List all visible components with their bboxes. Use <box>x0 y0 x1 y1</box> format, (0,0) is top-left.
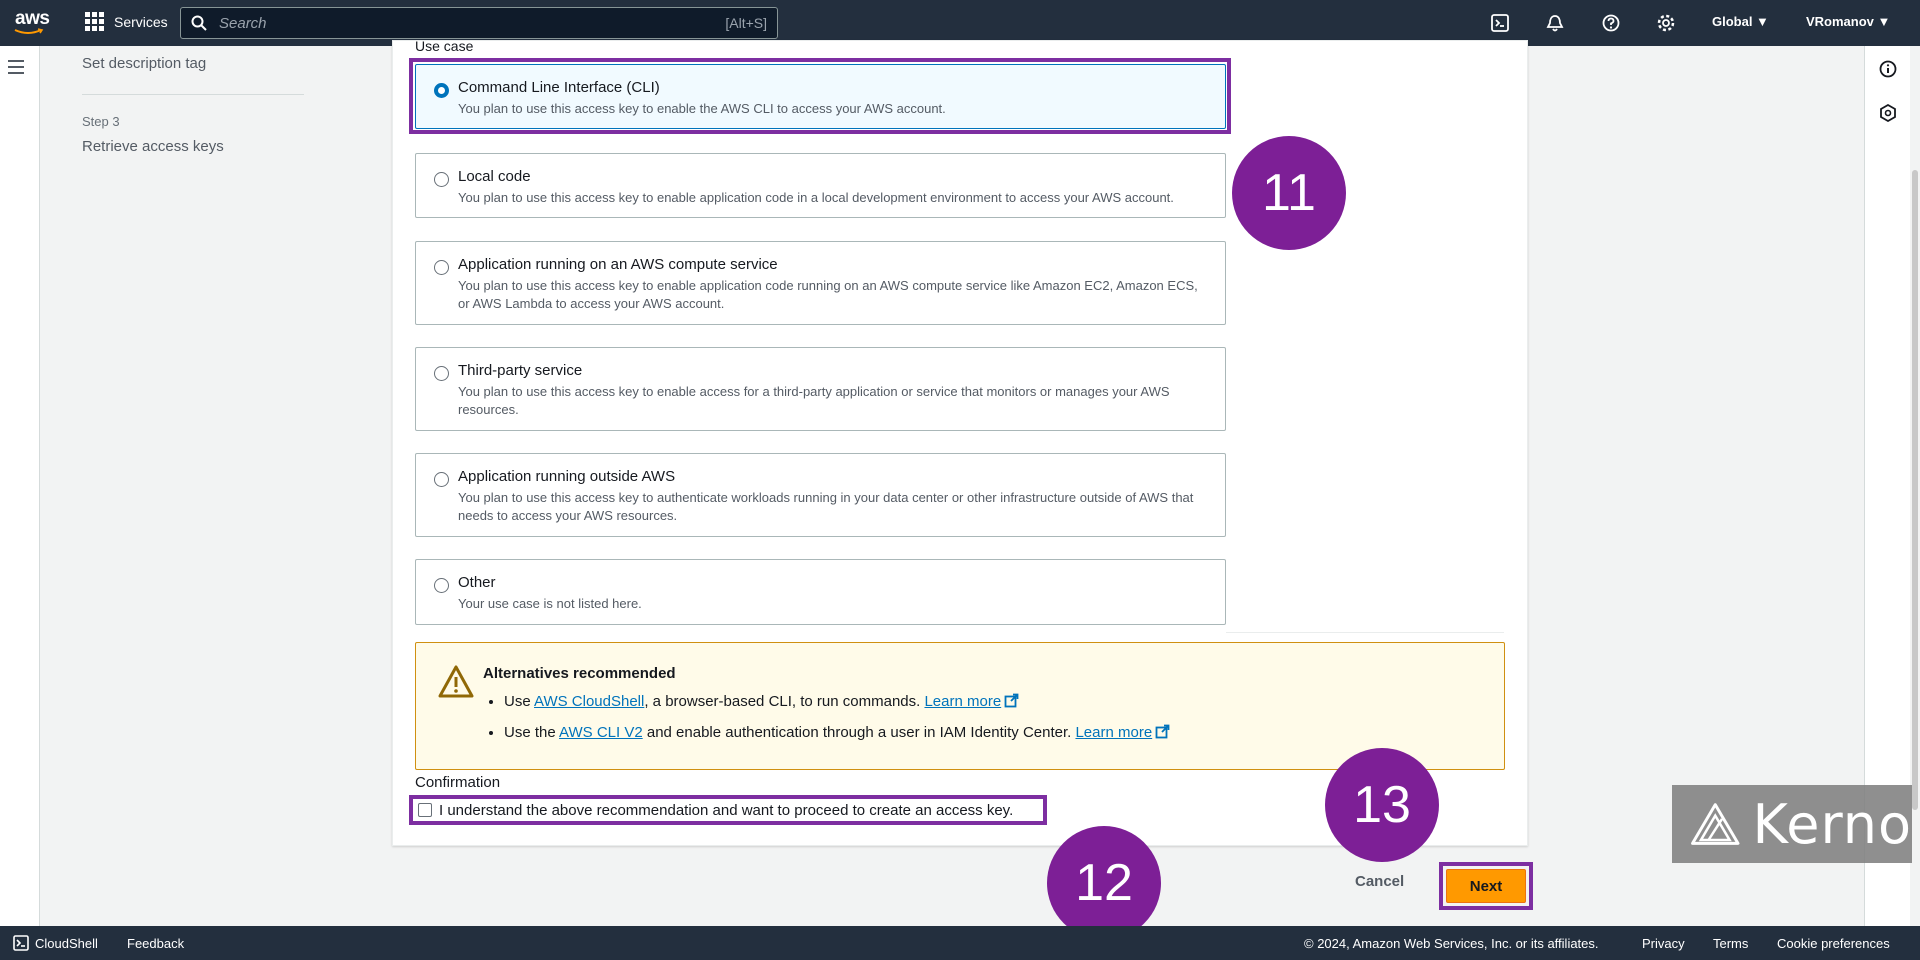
search-icon <box>191 15 207 31</box>
aws-logo[interactable]: aws <box>12 8 52 38</box>
cloudshell-footer-icon[interactable] <box>13 935 29 954</box>
radio-local-code[interactable] <box>434 172 449 187</box>
cloudshell-icon[interactable] <box>1489 12 1511 34</box>
footer: CloudShell Feedback © 2024, Amazon Web S… <box>0 926 1920 960</box>
annotation-highlight-cli <box>409 58 1231 134</box>
text: Use the <box>504 724 560 741</box>
cloudshell-footer-link[interactable]: CloudShell <box>35 936 98 951</box>
use-case-label: Use case <box>415 38 474 52</box>
annotation-marker-11: 11 <box>1232 136 1346 250</box>
info-icon[interactable] <box>1879 60 1897 83</box>
apps-grid-icon <box>85 12 104 31</box>
option-desc: You plan to use this access key to enabl… <box>458 278 1198 311</box>
cloudshell-link[interactable]: AWS CloudShell <box>534 693 644 710</box>
bell-icon[interactable] <box>1544 12 1566 34</box>
option-title: Application running on an AWS compute se… <box>458 256 778 273</box>
option-desc: You plan to use this access key to enabl… <box>458 384 1170 417</box>
text: , a browser-based CLI, to run commands. <box>644 693 925 710</box>
step-3-title: Retrieve access keys <box>82 138 224 155</box>
smile-arrow-icon <box>14 28 44 34</box>
cli-v2-link[interactable]: AWS CLI V2 <box>559 724 643 741</box>
external-link-icon[interactable] <box>1004 693 1019 712</box>
alert-item: Use AWS CloudShell, a browser-based CLI,… <box>504 693 1170 712</box>
confirmation-checkbox[interactable] <box>418 803 432 817</box>
option-desc: Your use case is not listed here. <box>458 596 642 611</box>
learn-more-link[interactable]: Learn more <box>924 693 1001 710</box>
option-title: Local code <box>458 168 531 185</box>
option-local-code[interactable]: Local code You plan to use this access k… <box>415 153 1226 218</box>
hexagon-icon[interactable] <box>1879 103 1897 127</box>
external-link-icon[interactable] <box>1155 724 1170 743</box>
step-divider <box>82 94 304 95</box>
account-menu[interactable]: VRomanov ▼ <box>1806 14 1890 29</box>
option-desc: You plan to use this access key to enabl… <box>458 190 1174 205</box>
option-title: Application running outside AWS <box>458 468 676 485</box>
annotation-highlight-next: Next <box>1439 862 1533 910</box>
kerno-wordmark: Kerno <box>1752 792 1912 856</box>
search-shortcut: [Alt+S] <box>725 15 767 31</box>
services-menu[interactable]: Services <box>85 12 168 31</box>
step-3-label: Step 3 <box>82 114 120 129</box>
text: Use <box>504 693 535 710</box>
learn-more-link[interactable]: Learn more <box>1075 724 1152 741</box>
help-icon[interactable] <box>1600 12 1622 34</box>
kerno-watermark: Kerno <box>1672 785 1912 863</box>
radio-other[interactable] <box>434 578 449 593</box>
option-other[interactable]: Other Your use case is not listed here. <box>415 559 1226 625</box>
feedback-link[interactable]: Feedback <box>127 936 184 951</box>
option-aws-compute[interactable]: Application running on an AWS compute se… <box>415 241 1226 325</box>
menu-icon[interactable] <box>8 60 24 78</box>
option-title: Third-party service <box>458 362 583 379</box>
cookie-preferences-link[interactable]: Cookie preferences <box>1777 936 1890 951</box>
text: and enable authentication through a user… <box>642 724 1076 741</box>
radio-aws-compute[interactable] <box>434 260 449 275</box>
alternatives-alert: Alternatives recommended Use AWS CloudSh… <box>415 642 1505 770</box>
alert-list: Use AWS CloudShell, a browser-based CLI,… <box>504 693 1170 755</box>
confirmation-checkbox-row[interactable]: I understand the above recommendation an… <box>409 795 1047 825</box>
option-outside-aws[interactable]: Application running outside AWS You plan… <box>415 453 1226 537</box>
option-third-party[interactable]: Third-party service You plan to use this… <box>415 347 1226 431</box>
confirmation-text[interactable]: I understand the above recommendation an… <box>439 802 1013 819</box>
left-rail <box>0 46 40 926</box>
divider <box>1226 632 1504 633</box>
step-2-title[interactable]: Set description tag <box>82 55 206 72</box>
gear-icon[interactable] <box>1655 12 1677 34</box>
option-desc: You plan to use this access key to authe… <box>458 490 1194 523</box>
search-placeholder: Search <box>219 14 267 32</box>
alert-item: Use the AWS CLI V2 and enable authentica… <box>504 724 1170 743</box>
alert-title: Alternatives recommended <box>483 665 676 682</box>
warning-icon <box>438 665 474 704</box>
radio-outside-aws[interactable] <box>434 472 449 487</box>
search-input[interactable]: Search [Alt+S] <box>180 7 778 39</box>
option-title: Other <box>458 574 496 591</box>
privacy-link[interactable]: Privacy <box>1642 936 1685 951</box>
radio-third-party[interactable] <box>434 366 449 381</box>
annotation-marker-13: 13 <box>1325 748 1439 862</box>
next-button[interactable]: Next <box>1446 869 1526 903</box>
kerno-logo-icon <box>1691 803 1740 845</box>
scrollbar-thumb[interactable] <box>1912 170 1918 810</box>
annotation-marker-12: 12 <box>1047 826 1161 940</box>
confirmation-label: Confirmation <box>415 774 501 791</box>
cancel-button[interactable]: Cancel <box>1355 873 1404 890</box>
terms-link[interactable]: Terms <box>1713 936 1748 951</box>
region-selector[interactable]: Global ▼ <box>1712 14 1769 29</box>
services-label: Services <box>114 13 168 30</box>
copyright-text: © 2024, Amazon Web Services, Inc. or its… <box>1304 936 1599 951</box>
